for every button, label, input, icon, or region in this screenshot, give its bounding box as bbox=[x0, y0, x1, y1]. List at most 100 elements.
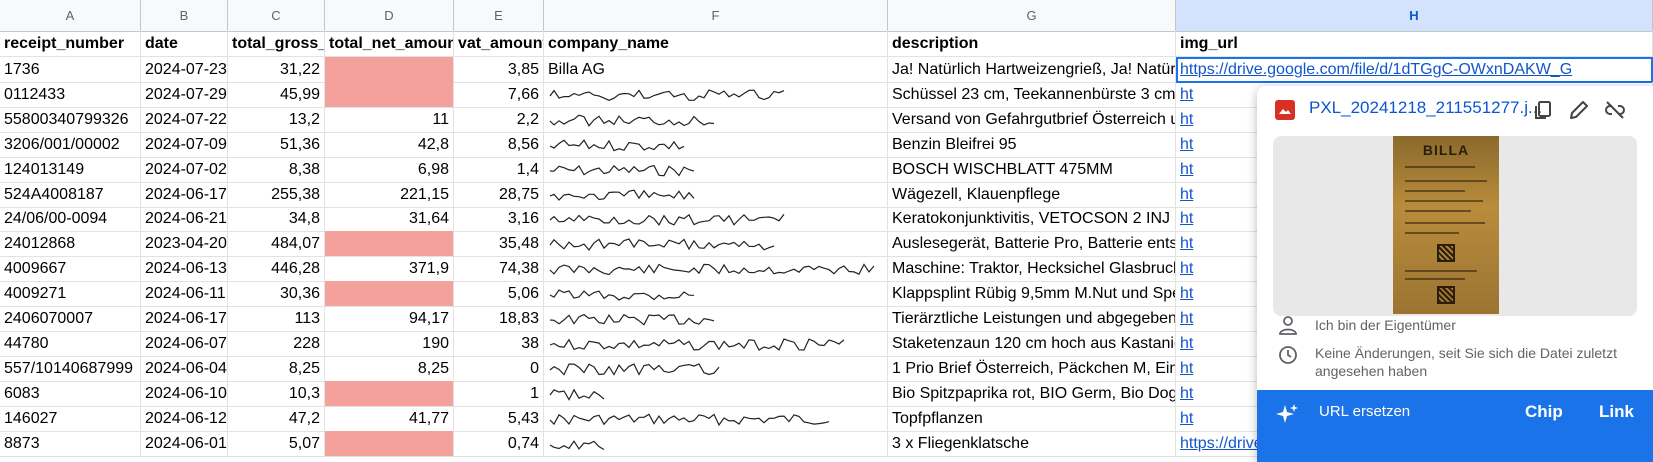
cell-date[interactable]: 2024-06-11 bbox=[141, 281, 228, 308]
cell-gross[interactable]: 51,36 bbox=[228, 131, 325, 158]
header-cell[interactable]: receipt_number bbox=[0, 31, 141, 57]
cell-receipt[interactable]: 3206/001/00002 bbox=[0, 131, 141, 158]
cell-vat[interactable]: 7,66 bbox=[454, 81, 544, 108]
header-cell[interactable]: img_url bbox=[1176, 31, 1653, 57]
cell-gross[interactable]: 8,38 bbox=[228, 156, 325, 183]
cell-net[interactable]: 8,25 bbox=[325, 355, 454, 382]
cell-receipt[interactable]: 55800340799326 bbox=[0, 106, 141, 133]
unlink-icon[interactable] bbox=[1603, 98, 1627, 122]
cell-vat[interactable]: 2,2 bbox=[454, 106, 544, 133]
cell-date[interactable]: 2024-06-13 bbox=[141, 256, 228, 283]
cell-date[interactable]: 2024-07-29 bbox=[141, 81, 228, 108]
cell-gross[interactable]: 13,2 bbox=[228, 106, 325, 133]
cell-vat[interactable]: 28,75 bbox=[454, 181, 544, 208]
cell-date[interactable]: 2024-06-17 bbox=[141, 181, 228, 208]
cell-date[interactable]: 2024-06-17 bbox=[141, 306, 228, 332]
cell-company[interactable] bbox=[544, 206, 888, 233]
cell-vat[interactable]: 0 bbox=[454, 355, 544, 382]
column-header-e[interactable]: E bbox=[454, 0, 544, 31]
cell-desc[interactable]: Versand von Gefahrgutbrief Österreich u bbox=[888, 106, 1176, 133]
cell-receipt[interactable]: 24/06/00-0094 bbox=[0, 206, 141, 233]
cell-desc[interactable]: Schüssel 23 cm, Teekannenbürste 3 cm, bbox=[888, 81, 1176, 108]
cell-net[interactable]: 41,77 bbox=[325, 405, 454, 432]
cell-gross[interactable]: 8,25 bbox=[228, 355, 325, 382]
cell-date[interactable]: 2024-06-21 bbox=[141, 206, 228, 233]
cell-net[interactable]: 94,17 bbox=[325, 306, 454, 332]
cell-desc[interactable]: Klappsplint Rübig 9,5mm M.Nut und Spe bbox=[888, 281, 1176, 308]
cell-vat[interactable]: 5,43 bbox=[454, 405, 544, 432]
cell-gross[interactable]: 34,8 bbox=[228, 206, 325, 233]
cell-gross[interactable]: 45,99 bbox=[228, 81, 325, 108]
cell-company[interactable] bbox=[544, 256, 888, 283]
edit-pencil-icon[interactable] bbox=[1567, 98, 1591, 122]
cell-receipt[interactable]: 4009271 bbox=[0, 281, 141, 308]
column-header-d[interactable]: D bbox=[325, 0, 454, 31]
cell-net[interactable]: 371,9 bbox=[325, 256, 454, 283]
cell-date[interactable]: 2024-07-02 bbox=[141, 156, 228, 183]
cell-company[interactable] bbox=[544, 430, 888, 457]
cell-gross[interactable]: 30,36 bbox=[228, 281, 325, 308]
cell-net[interactable]: 42,8 bbox=[325, 131, 454, 158]
cell-date[interactable]: 2024-06-01 bbox=[141, 430, 228, 457]
cell-net[interactable]: 221,15 bbox=[325, 181, 454, 208]
cell-receipt[interactable]: 24012868 bbox=[0, 231, 141, 258]
cell-date[interactable]: 2024-06-12 bbox=[141, 405, 228, 432]
link-button[interactable]: Link bbox=[1599, 402, 1634, 422]
cell-company[interactable]: Billa AG bbox=[544, 57, 888, 83]
header-cell[interactable]: total_net_amoun bbox=[325, 31, 454, 57]
cell-gross[interactable]: 228 bbox=[228, 330, 325, 357]
cell-desc[interactable]: Auslesegerät, Batterie Pro, Batterie ent… bbox=[888, 231, 1176, 258]
cell-vat[interactable]: 38 bbox=[454, 330, 544, 357]
cell-company[interactable] bbox=[544, 380, 888, 407]
cell-net[interactable] bbox=[325, 231, 454, 258]
column-header-h[interactable]: H bbox=[1176, 0, 1653, 31]
cell-vat[interactable]: 5,06 bbox=[454, 281, 544, 308]
cell-url[interactable]: https://drive.google.com/file/d/1dTGgC-O… bbox=[1176, 57, 1653, 83]
cell-gross[interactable]: 446,28 bbox=[228, 256, 325, 283]
header-cell[interactable]: vat_amount bbox=[454, 31, 544, 57]
cell-receipt[interactable]: 557/10140687999 bbox=[0, 355, 141, 382]
cell-receipt[interactable]: 44780 bbox=[0, 330, 141, 357]
cell-net[interactable] bbox=[325, 57, 454, 83]
cell-company[interactable] bbox=[544, 330, 888, 357]
cell-gross[interactable]: 484,07 bbox=[228, 231, 325, 258]
cell-vat[interactable]: 1 bbox=[454, 380, 544, 407]
cell-receipt[interactable]: 6083 bbox=[0, 380, 141, 407]
cell-company[interactable] bbox=[544, 231, 888, 258]
cell-desc[interactable]: 3 x Fliegenklatsche bbox=[888, 430, 1176, 457]
cell-company[interactable] bbox=[544, 81, 888, 108]
cell-company[interactable] bbox=[544, 306, 888, 332]
header-cell[interactable]: company_name bbox=[544, 31, 888, 57]
cell-receipt[interactable]: 124013149 bbox=[0, 156, 141, 183]
cell-company[interactable] bbox=[544, 405, 888, 432]
cell-desc[interactable]: Ja! Natürlich Hartweizengrieß, Ja! Natür bbox=[888, 57, 1176, 83]
cell-net[interactable] bbox=[325, 281, 454, 308]
header-cell[interactable]: total_gross_ bbox=[228, 31, 325, 57]
cell-receipt[interactable]: 146027 bbox=[0, 405, 141, 432]
column-header-b[interactable]: B bbox=[141, 0, 228, 31]
cell-vat[interactable]: 0,74 bbox=[454, 430, 544, 457]
cell-vat[interactable]: 35,48 bbox=[454, 231, 544, 258]
column-header-a[interactable]: A bbox=[0, 0, 141, 31]
image-preview[interactable]: BILLA bbox=[1273, 136, 1637, 316]
cell-company[interactable] bbox=[544, 156, 888, 183]
cell-receipt[interactable]: 524A4008187 bbox=[0, 181, 141, 208]
header-cell[interactable]: date bbox=[141, 31, 228, 57]
cell-date[interactable]: 2024-06-04 bbox=[141, 355, 228, 382]
cell-desc[interactable]: Tierärztliche Leistungen und abgegebene bbox=[888, 306, 1176, 332]
cell-net[interactable] bbox=[325, 380, 454, 407]
cell-net[interactable] bbox=[325, 430, 454, 457]
cell-gross[interactable]: 31,22 bbox=[228, 57, 325, 83]
cell-date[interactable]: 2024-07-22 bbox=[141, 106, 228, 133]
cell-vat[interactable]: 74,38 bbox=[454, 256, 544, 283]
column-header-g[interactable]: G bbox=[888, 0, 1176, 31]
cell-desc[interactable]: Bio Spitzpaprika rot, BIO Germ, Bio Dog bbox=[888, 380, 1176, 407]
cell-desc[interactable]: Benzin Bleifrei 95 bbox=[888, 131, 1176, 158]
cell-company[interactable] bbox=[544, 131, 888, 158]
cell-receipt[interactable]: 0112433 bbox=[0, 81, 141, 108]
cell-company[interactable] bbox=[544, 355, 888, 382]
cell-gross[interactable]: 113 bbox=[228, 306, 325, 332]
cell-net[interactable]: 190 bbox=[325, 330, 454, 357]
cell-desc[interactable]: Keratokonjunktivitis, VETOCSON 2 INJ bbox=[888, 206, 1176, 233]
cell-vat[interactable]: 1,4 bbox=[454, 156, 544, 183]
